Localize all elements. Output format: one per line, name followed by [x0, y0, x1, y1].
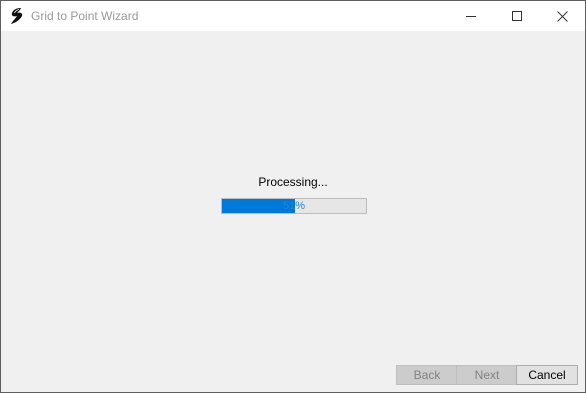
app-logo-icon — [9, 7, 25, 25]
maximize-button[interactable] — [494, 1, 540, 31]
cancel-button[interactable]: Cancel — [516, 365, 578, 385]
wizard-content: Processing... 51% Back Next Cancel — [1, 31, 585, 392]
next-button[interactable]: Next — [456, 365, 518, 385]
title-bar[interactable]: Grid to Point Wizard — [1, 1, 585, 31]
processing-status: Processing... — [258, 175, 328, 189]
maximize-icon — [512, 11, 522, 21]
close-icon — [556, 10, 568, 22]
minimize-icon — [466, 11, 476, 21]
wizard-window: Grid to Point Wizard Processing... 51% B… — [0, 0, 586, 393]
window-title: Grid to Point Wizard — [31, 9, 139, 23]
close-button[interactable] — [539, 1, 585, 31]
back-button[interactable]: Back — [396, 365, 458, 385]
progress-label: 51% — [282, 200, 306, 212]
minimize-button[interactable] — [448, 1, 494, 31]
progress-bar: 51% — [221, 198, 367, 214]
